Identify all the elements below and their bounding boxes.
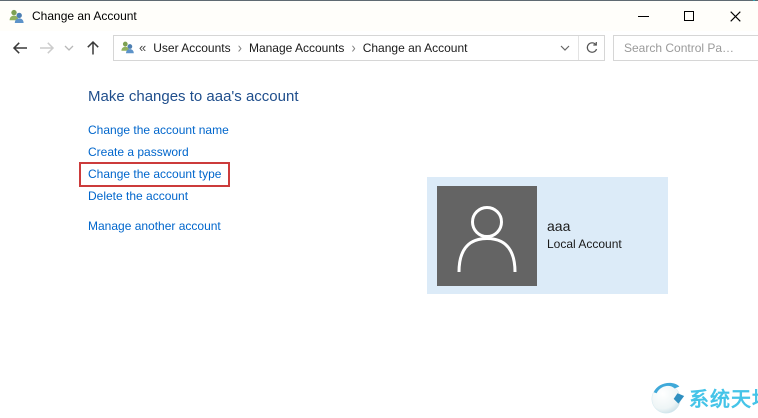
- breadcrumb-collapse-marker[interactable]: «: [135, 40, 148, 55]
- minimize-icon: [637, 15, 649, 17]
- user-accounts-icon: [8, 8, 25, 25]
- address-dropdown-button[interactable]: [553, 36, 577, 60]
- recent-pages-button[interactable]: [62, 45, 76, 51]
- account-avatar: [437, 186, 537, 286]
- breadcrumb-separator-icon: ›: [237, 39, 242, 56]
- close-icon: [729, 10, 741, 22]
- account-type: Local Account: [547, 237, 622, 251]
- title-bar: Change an Account: [0, 1, 758, 31]
- chevron-down-icon: [64, 45, 74, 51]
- back-arrow-icon: [12, 41, 27, 54]
- watermark-logo-icon: [651, 382, 685, 414]
- watermark-text: 系统天地: [689, 388, 758, 411]
- page-title: Make changes to aaa's account: [88, 88, 299, 105]
- account-name: aaa: [547, 218, 571, 234]
- account-tile: aaa Local Account: [427, 177, 668, 294]
- breadcrumb-item-change-an-account[interactable]: Change an Account: [358, 41, 473, 55]
- forward-arrow-icon: [40, 41, 55, 54]
- link-row: Create a password: [88, 141, 758, 163]
- maximize-button[interactable]: [666, 1, 712, 31]
- close-button[interactable]: [712, 1, 758, 31]
- up-arrow-icon: [87, 40, 99, 55]
- up-button[interactable]: [82, 39, 104, 56]
- change-account-type-link[interactable]: Change the account type: [88, 167, 221, 181]
- window-controls: [620, 1, 758, 31]
- search-box[interactable]: [613, 34, 758, 61]
- back-button[interactable]: [9, 40, 31, 56]
- watermark: 系统天地: [649, 378, 758, 416]
- address-bar[interactable]: « User Accounts › Manage Accounts › Chan…: [113, 34, 605, 61]
- link-row: Change the account name: [88, 119, 758, 141]
- delete-account-link[interactable]: Delete the account: [88, 189, 188, 203]
- person-icon: [457, 206, 517, 273]
- breadcrumb-item-manage-accounts[interactable]: Manage Accounts: [244, 41, 349, 55]
- forward-button[interactable]: [36, 40, 58, 56]
- navigation-toolbar: « User Accounts › Manage Accounts › Chan…: [0, 31, 758, 64]
- change-account-name-link[interactable]: Change the account name: [88, 123, 229, 137]
- refresh-button[interactable]: [580, 36, 604, 60]
- search-input[interactable]: [622, 39, 758, 56]
- refresh-icon: [586, 41, 598, 53]
- breadcrumb-item-user-accounts[interactable]: User Accounts: [148, 41, 235, 55]
- breadcrumb-separator-icon: ›: [351, 39, 356, 56]
- breadcrumb-root-icon: [120, 40, 135, 55]
- maximize-icon: [684, 11, 694, 21]
- account-info: aaa Local Account: [547, 219, 622, 250]
- main-content: Make changes to aaa's account Change the…: [0, 64, 758, 418]
- address-bar-divider: [578, 35, 579, 60]
- minimize-button[interactable]: [620, 1, 666, 31]
- highlight-box: Change the account type: [79, 161, 231, 187]
- manage-another-account-link[interactable]: Manage another account: [88, 219, 221, 233]
- create-password-link[interactable]: Create a password: [88, 145, 189, 159]
- window-title: Change an Account: [32, 9, 137, 23]
- chevron-down-icon: [560, 45, 570, 51]
